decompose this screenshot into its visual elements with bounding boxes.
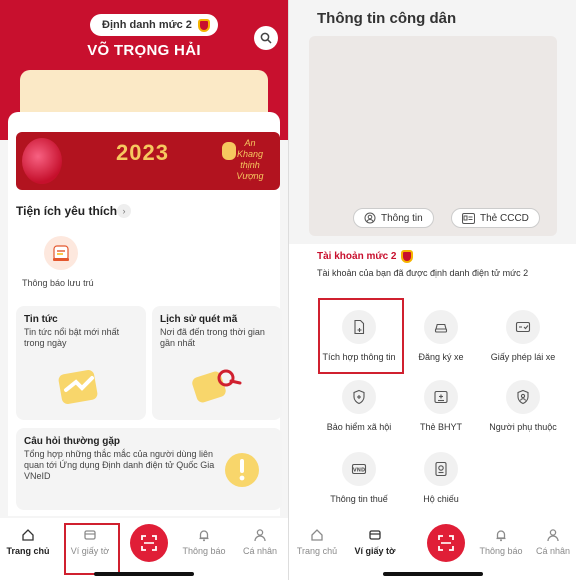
user-name: VÕ TRỌNG HẢI xyxy=(87,42,201,59)
calligraphy-line: thịnh xyxy=(240,160,260,170)
favorites-title: Tiện ích yêu thích xyxy=(16,204,118,218)
scan-icon xyxy=(438,535,454,551)
service-label: Đăng ký xe xyxy=(418,352,464,362)
accommodation-notice-icon xyxy=(53,245,69,261)
banner-year: 2023 xyxy=(116,140,169,165)
card-description: Nơi đã đến trong thời gian gần nhất xyxy=(160,327,265,348)
shield-plus-icon xyxy=(353,389,365,405)
nav-label: Thông báo xyxy=(479,546,523,556)
home-screen: Định danh mức 2 VÕ TRỌNG HẢI 2023 An Kha… xyxy=(0,0,288,580)
qr-scan-button[interactable] xyxy=(130,524,168,562)
blossom-decoration xyxy=(22,138,62,184)
nav-home[interactable]: Trang chủ xyxy=(0,528,56,556)
person-icon xyxy=(254,529,266,542)
scan-history-illustration xyxy=(192,369,242,403)
qr-scan-button[interactable] xyxy=(427,524,465,562)
calligraphy-line: Khang xyxy=(236,149,264,159)
news-illustration xyxy=(58,370,98,404)
bottom-navigation: Trang chủ Ví giấy tờ Thông báo Cá nhân xyxy=(0,518,288,580)
wallet-screen: Thông tin công dân Thông tin Thẻ CCCD Tà… xyxy=(288,0,576,580)
accommodation-notice-shortcut[interactable] xyxy=(44,236,78,270)
nav-notifications[interactable]: Thông báo xyxy=(473,528,529,556)
driver-license-icon xyxy=(515,321,531,333)
nav-notifications[interactable]: Thông báo xyxy=(176,528,232,556)
citizen-info-panel xyxy=(309,36,557,236)
home-icon xyxy=(311,529,323,541)
bell-icon xyxy=(199,530,209,542)
calligraphy-line: An xyxy=(244,138,256,148)
service-passport[interactable]: Hộ chiếu xyxy=(393,452,489,504)
service-label: Thẻ BHYT xyxy=(419,422,462,432)
nav-profile[interactable]: Cá nhân xyxy=(232,528,288,556)
service-label: Hộ chiếu xyxy=(423,494,459,504)
service-dependents[interactable]: Người phụ thuộc xyxy=(475,380,571,432)
chevron-right-icon[interactable]: › xyxy=(117,204,131,218)
cccd-tab-label: Thẻ CCCD xyxy=(480,212,529,224)
nav-label: Ví giấy tờ xyxy=(354,546,396,556)
home-indicator xyxy=(383,572,483,576)
account-level-title: Tài khoản mức 2 xyxy=(317,250,413,263)
person-icon xyxy=(547,529,559,542)
service-label: Người phụ thuộc xyxy=(489,422,557,432)
search-button[interactable] xyxy=(254,26,278,50)
service-label: Bảo hiểm xã hội xyxy=(326,422,392,432)
identity-level-badge[interactable]: Định danh mức 2 xyxy=(90,14,218,36)
banner-calligraphy: An Khang thịnh Vượng xyxy=(230,138,270,182)
bottom-navigation: Trang chủ Ví giấy tờ Thông báo Cá nhân xyxy=(289,518,576,580)
nav-wallet[interactable]: Ví giấy tờ xyxy=(347,528,403,556)
shield-icon xyxy=(400,250,413,263)
home-indicator xyxy=(94,572,194,576)
card-title: Tin tức xyxy=(24,314,58,325)
person-circle-icon xyxy=(364,212,376,224)
svg-text:VND: VND xyxy=(353,467,365,473)
faq-card[interactable]: Câu hỏi thường gặp Tổng hợp những thắc m… xyxy=(16,428,282,510)
health-card-icon xyxy=(434,390,448,404)
card-title: Lịch sử quét mã xyxy=(160,314,238,325)
info-tab-label: Thông tin xyxy=(381,212,423,224)
nav-label: Cá nhân xyxy=(535,546,571,556)
passport-icon xyxy=(435,461,447,477)
card-description: Tổng hợp những thắc mắc của người dùng l… xyxy=(24,449,215,481)
page-title: Thông tin công dân xyxy=(317,10,457,27)
scan-history-card[interactable]: Lịch sử quét mã Nơi đã đến trong thời gi… xyxy=(152,306,282,420)
nav-label: Cá nhân xyxy=(242,546,278,556)
card-description: Tin tức nổi bật mới nhất trong ngày xyxy=(24,327,120,348)
scan-icon xyxy=(141,535,157,551)
nav-profile[interactable]: Cá nhân xyxy=(525,528,576,556)
account-level-label: Tài khoản mức 2 xyxy=(317,251,397,262)
nav-label: Thông báo xyxy=(182,546,226,556)
cccd-tab-button[interactable]: Thẻ CCCD xyxy=(451,208,540,228)
service-label: Giấy phép lái xe xyxy=(490,352,556,362)
wallet-icon xyxy=(369,530,381,540)
wallet-highlight-box xyxy=(64,523,120,575)
bell-icon xyxy=(496,530,506,542)
car-icon xyxy=(434,323,448,333)
info-tab-button[interactable]: Thông tin xyxy=(353,208,434,228)
dependent-icon xyxy=(517,389,529,405)
nav-label: Trang chủ xyxy=(296,546,338,556)
identity-level-label: Định danh mức 2 xyxy=(102,19,192,31)
shield-icon xyxy=(197,18,210,32)
service-label: Thông tin thuế xyxy=(330,494,388,504)
new-year-banner[interactable]: 2023 An Khang thịnh Vượng xyxy=(16,132,280,190)
integrate-info-highlight-box xyxy=(318,298,404,374)
service-driver-license[interactable]: Giấy phép lái xe xyxy=(475,310,571,362)
home-icon xyxy=(22,529,34,541)
favorite-item-label: Thông báo lưu trú xyxy=(22,278,94,288)
calligraphy-line: Vượng xyxy=(236,171,264,181)
nav-home[interactable]: Trang chủ xyxy=(289,528,345,556)
card-title: Câu hỏi thường gặp xyxy=(24,436,121,447)
exclamation-illustration xyxy=(225,453,259,487)
account-level-description: Tài khoản của bạn đã được định danh điện… xyxy=(317,268,529,278)
nav-label: Trang chủ xyxy=(6,546,50,556)
news-card[interactable]: Tin tức Tin tức nổi bật mới nhất trong n… xyxy=(16,306,146,420)
vnd-tax-icon: VND xyxy=(351,463,367,475)
search-icon xyxy=(260,32,272,44)
id-card-icon xyxy=(462,212,475,224)
